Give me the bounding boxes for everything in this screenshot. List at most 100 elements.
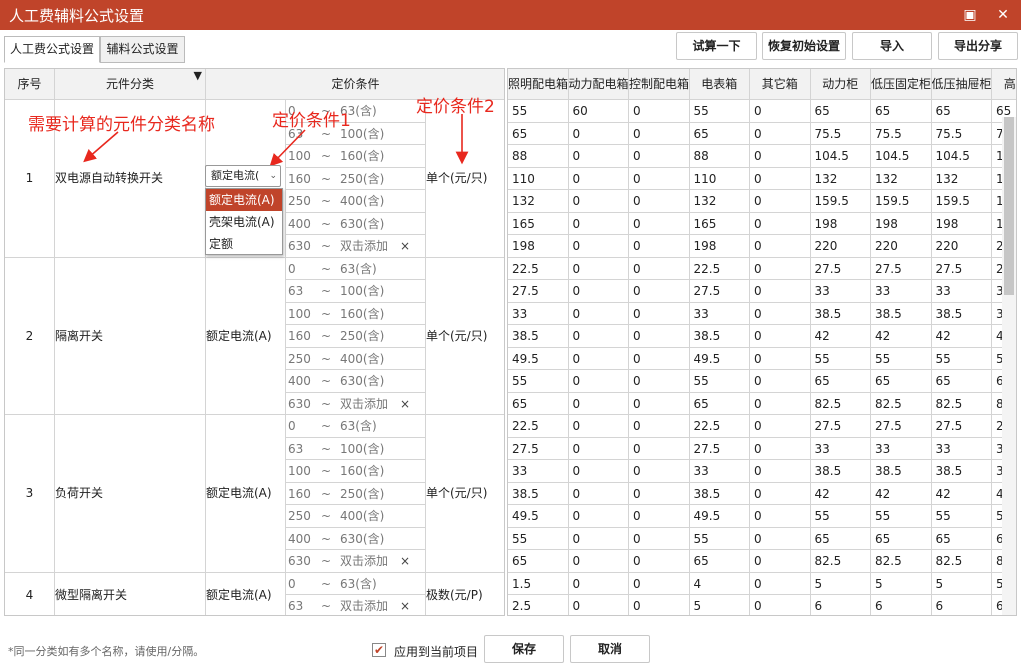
price-cell[interactable]: 27.5 (810, 415, 871, 438)
price-cell[interactable]: 0 (750, 572, 811, 595)
range-cell[interactable]: 100 ~160(含) (286, 145, 426, 168)
price-cell[interactable]: 0 (750, 212, 811, 235)
range-cell[interactable]: 63 ~100(含) (286, 280, 426, 303)
price-cell[interactable]: 0 (629, 280, 690, 303)
price-cell[interactable]: 0 (629, 550, 690, 573)
price-cell[interactable]: 65 (689, 550, 750, 573)
price-cell[interactable]: 0 (750, 370, 811, 393)
price-cell[interactable]: 0 (629, 167, 690, 190)
price-cell[interactable]: 0 (568, 122, 629, 145)
component-name-cell[interactable]: 微型隔离开关 (55, 572, 206, 615)
price-cell[interactable]: 33 (871, 280, 932, 303)
price-cell[interactable]: 55 (689, 370, 750, 393)
price-cell[interactable]: 0 (569, 595, 629, 615)
price-cell[interactable]: 159.5 (871, 190, 932, 213)
price-cell[interactable]: 55 (931, 347, 992, 370)
delete-range-icon[interactable]: × (400, 595, 410, 615)
price-cell[interactable]: 0 (629, 145, 690, 168)
price-cell[interactable]: 55 (689, 100, 750, 123)
price-cell[interactable]: 65 (689, 392, 750, 415)
price-cell[interactable]: 0 (629, 595, 690, 615)
price-cell[interactable]: 0 (750, 100, 811, 123)
price-cell[interactable]: 0 (750, 347, 811, 370)
price-cell[interactable]: 0 (629, 505, 690, 528)
import-button[interactable]: 导入 (852, 32, 932, 60)
price-cell[interactable]: 0 (629, 415, 690, 438)
filter-icon[interactable]: ▼ (194, 69, 202, 87)
price-cell[interactable]: 0 (629, 392, 690, 415)
price-cell[interactable]: 22.5 (508, 257, 569, 280)
price-cell[interactable]: 110 (508, 167, 569, 190)
price-cell[interactable]: 65 (810, 527, 871, 550)
price-cell[interactable]: 65 (810, 100, 871, 123)
price-cell[interactable]: 0 (568, 325, 629, 348)
price-cell[interactable]: 65 (508, 392, 569, 415)
price-cell[interactable]: 0 (568, 145, 629, 168)
price-cell[interactable]: 38.5 (931, 460, 992, 483)
price-cell[interactable]: 159.5 (810, 190, 871, 213)
price-cell[interactable]: 0 (750, 190, 811, 213)
price-cell[interactable]: 0 (629, 572, 690, 595)
price-cell[interactable]: 0 (750, 505, 811, 528)
price-cell[interactable]: 0 (568, 257, 629, 280)
price-cell[interactable]: 0 (629, 302, 690, 325)
price-cell[interactable]: 27.5 (689, 437, 750, 460)
price-cell[interactable]: 0 (568, 347, 629, 370)
price-cell[interactable]: 33 (508, 460, 569, 483)
range-cell[interactable]: 160 ~250(含) (286, 325, 426, 348)
price-cell[interactable]: 27.5 (871, 257, 932, 280)
price-cell[interactable]: 65 (871, 527, 932, 550)
price-cell[interactable]: 165 (689, 212, 750, 235)
price-cell[interactable]: 0 (629, 212, 690, 235)
export-share-button[interactable]: 导出分享 (938, 32, 1018, 60)
price-cell[interactable]: 0 (750, 280, 811, 303)
price-cell[interactable]: 6 (871, 595, 932, 615)
price-cell[interactable]: 0 (750, 325, 811, 348)
price-cell[interactable]: 132 (508, 190, 569, 213)
price-cell[interactable]: 0 (568, 235, 629, 258)
price-cell[interactable]: 220 (931, 235, 992, 258)
price-cell[interactable]: 0 (568, 550, 629, 573)
price-cell[interactable]: 82.5 (931, 550, 992, 573)
range-cell[interactable]: 400 ~630(含) (286, 370, 426, 393)
delete-range-icon[interactable]: × (400, 393, 410, 415)
price-cell[interactable]: 65 (931, 370, 992, 393)
price-cell[interactable]: 75.5 (931, 122, 992, 145)
component-name-cell[interactable]: 隔离开关 (55, 257, 206, 415)
price-cell[interactable]: 38.5 (689, 325, 750, 348)
price-cell[interactable]: 27.5 (931, 415, 992, 438)
price-cell[interactable]: 198 (931, 212, 992, 235)
price-cell[interactable]: 0 (568, 167, 629, 190)
price-cell[interactable]: 5 (810, 572, 871, 595)
price-cell[interactable]: 60 (568, 100, 629, 123)
price-cell[interactable]: 0 (629, 100, 690, 123)
price-cell[interactable]: 82.5 (931, 392, 992, 415)
condition1-cell[interactable]: 额定电流(A) (206, 257, 286, 415)
delete-range-icon[interactable]: × (400, 235, 410, 257)
range-cell[interactable]: 0 ~63(含) (286, 572, 426, 595)
apply-checkbox[interactable]: ✔ (372, 643, 386, 657)
range-cell[interactable]: 100 ~160(含) (286, 460, 426, 483)
price-cell[interactable]: 0 (568, 280, 629, 303)
restore-icon[interactable]: ▣ (960, 5, 980, 25)
dropdown-option-frame-current[interactable]: 壳架电流(A) (206, 211, 282, 233)
price-cell[interactable]: 0 (568, 482, 629, 505)
price-cell[interactable]: 0 (750, 145, 811, 168)
price-cell[interactable]: 27.5 (508, 437, 569, 460)
price-cell[interactable]: 198 (810, 212, 871, 235)
price-cell[interactable]: 0 (750, 527, 811, 550)
price-cell[interactable]: 42 (810, 325, 871, 348)
price-cell[interactable]: 33 (810, 280, 871, 303)
component-name-cell[interactable]: 负荷开关 (55, 415, 206, 573)
range-cell[interactable]: 400 ~630(含) (286, 527, 426, 550)
price-cell[interactable]: 38.5 (508, 325, 569, 348)
price-cell[interactable]: 0 (629, 460, 690, 483)
price-cell[interactable]: 27.5 (508, 280, 569, 303)
price-cell[interactable]: 55 (508, 527, 569, 550)
price-cell[interactable]: 0 (629, 370, 690, 393)
close-icon[interactable]: ✕ (993, 5, 1013, 25)
price-cell[interactable]: 65 (689, 122, 750, 145)
condition-dropdown[interactable]: 额定电流( ⌄ 额定电流(A) 壳架电流(A) 定额 (205, 165, 283, 255)
price-cell[interactable]: 82.5 (871, 550, 932, 573)
price-cell[interactable]: 104.5 (810, 145, 871, 168)
